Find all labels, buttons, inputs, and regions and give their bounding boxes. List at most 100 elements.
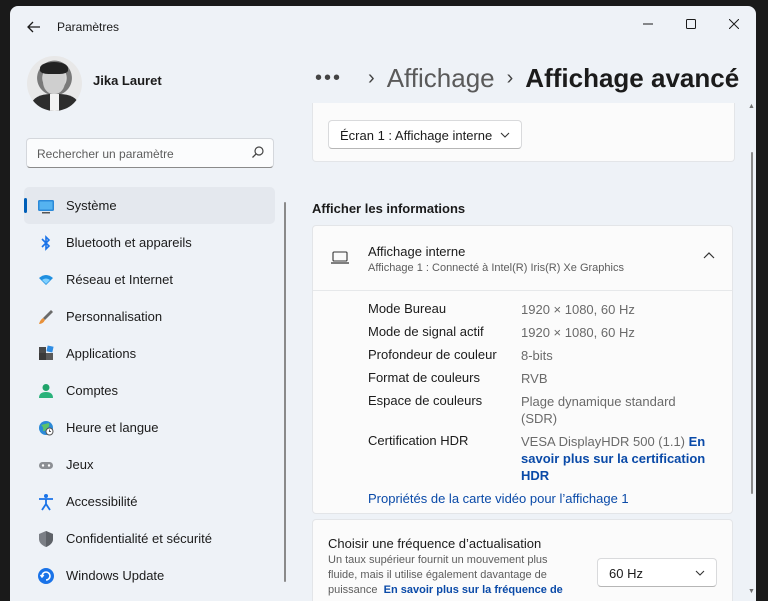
info-row-mode-bureau: Mode Bureau 1920 × 1080, 60 Hz — [313, 301, 732, 319]
info-key: Profondeur de couleur — [368, 347, 497, 362]
section-title: Afficher les informations — [312, 201, 466, 216]
display-select-card: Écran 1 : Affichage interne — [312, 103, 735, 162]
refresh-rate-card: Choisir une fréquence d’actualisation Un… — [312, 519, 733, 601]
accessibility-icon — [39, 494, 53, 511]
breadcrumb-affichage[interactable]: Affichage — [387, 63, 495, 94]
sidebar-item-systeme[interactable]: Système — [24, 187, 275, 224]
sidebar-item-windows-update[interactable]: Windows Update — [24, 557, 275, 594]
sidebar-item-label: Accessibilité — [66, 494, 138, 509]
info-key: Mode Bureau — [368, 301, 447, 316]
info-key: Mode de signal actif — [368, 324, 484, 339]
gamepad-icon — [39, 462, 53, 469]
sidebar-scrollbar[interactable] — [284, 202, 286, 582]
update-icon — [38, 568, 54, 584]
info-value: 1920 × 1080, 60 Hz — [521, 325, 635, 340]
back-button[interactable] — [24, 17, 44, 37]
active-indicator — [24, 198, 27, 213]
search-icon — [252, 146, 264, 158]
system-icon — [38, 200, 54, 214]
sidebar-item-label: Système — [66, 198, 117, 213]
sidebar-item-label: Confidentialité et sécurité — [66, 531, 212, 546]
main-content: Écran 1 : Affichage interne Afficher les… — [312, 103, 736, 601]
refresh-title: Choisir une fréquence d’actualisation — [328, 536, 542, 551]
info-key: Format de couleurs — [368, 370, 480, 385]
sidebar-item-applications[interactable]: Applications — [24, 335, 275, 372]
sidebar-item-label: Personnalisation — [66, 309, 163, 324]
breadcrumb: ••• › Affichage › Affichage avancé — [315, 58, 739, 98]
close-icon — [729, 19, 739, 29]
back-arrow-icon — [27, 21, 40, 33]
sidebar-item-label: Windows Update — [66, 568, 165, 583]
sidebar-item-confidentialite[interactable]: Confidentialité et sécurité — [24, 520, 275, 557]
info-row-hdr: Certification HDR VESA DisplayHDR 500 (1… — [313, 433, 732, 487]
info-row-espace: Espace de couleurs Plage dynamique stand… — [313, 393, 732, 429]
search-placeholder: Rechercher un paramètre — [37, 147, 174, 161]
maximize-icon — [686, 19, 696, 29]
sidebar-item-label: Comptes — [66, 383, 119, 398]
shield-icon — [39, 531, 53, 547]
minimize-button[interactable] — [626, 10, 670, 38]
info-key: Espace de couleurs — [368, 393, 483, 408]
display-select-value: Écran 1 : Affichage interne — [340, 128, 493, 143]
sidebar-item-label: Heure et langue — [66, 420, 159, 435]
chevron-down-icon — [500, 132, 510, 138]
hdr-value: VESA DisplayHDR 500 (1.1) — [521, 434, 686, 449]
scroll-down-icon[interactable]: ▼ — [748, 588, 756, 595]
app-title: Paramètres — [57, 20, 120, 34]
chevron-down-icon — [695, 570, 705, 576]
info-value: 1920 × 1080, 60 Hz — [521, 302, 635, 317]
wifi-icon — [39, 275, 53, 285]
close-button[interactable] — [712, 10, 756, 38]
sidebar-item-comptes[interactable]: Comptes — [24, 372, 275, 409]
display-info-card: Affichage interne Affichage 1 : Connecté… — [312, 225, 733, 514]
info-row-profondeur: Profondeur de couleur 8-bits — [313, 347, 732, 365]
person-icon — [39, 384, 53, 398]
sidebar-item-personnalisation[interactable]: Personnalisation — [24, 298, 275, 335]
apps-icon — [39, 345, 54, 360]
sidebar-item-heure[interactable]: Heure et langue — [24, 409, 275, 446]
user-name: Jika Lauret — [93, 73, 162, 88]
display-description: Affichage 1 : Connecté à Intel(R) Iris(R… — [368, 262, 624, 274]
sidebar-item-label: Jeux — [66, 457, 94, 472]
scroll-up-icon[interactable]: ▲ — [748, 103, 756, 110]
page-title: Affichage avancé — [525, 62, 740, 93]
content-scrollbar[interactable] — [751, 152, 753, 494]
info-value: Plage dynamique standard (SDR) — [521, 394, 676, 426]
sidebar-item-label: Réseau et Internet — [66, 272, 173, 287]
refresh-learn-more-link[interactable]: En savoir plus sur la fréquence de — [384, 584, 563, 596]
info-value: 8-bits — [521, 348, 553, 363]
sidebar-item-bluetooth[interactable]: Bluetooth et appareils — [24, 224, 275, 261]
sidebar-item-accessibilite[interactable]: Accessibilité — [24, 483, 275, 520]
bluetooth-icon — [41, 235, 51, 251]
info-row-signal: Mode de signal actif 1920 × 1080, 60 Hz — [313, 324, 732, 342]
sidebar-item-reseau[interactable]: Réseau et Internet — [24, 261, 275, 298]
chevron-right-icon: › — [506, 66, 514, 89]
maximize-button[interactable] — [669, 10, 713, 38]
refresh-rate-select[interactable]: 60 Hz — [597, 558, 717, 587]
brush-icon — [39, 310, 53, 324]
sidebar-item-jeux[interactable]: Jeux — [24, 446, 275, 483]
info-key: Certification HDR — [368, 433, 469, 448]
display-info-header[interactable]: Affichage interne Affichage 1 : Connecté… — [313, 226, 732, 291]
info-row-format: Format de couleurs RVB — [313, 370, 732, 388]
search-input[interactable]: Rechercher un paramètre — [26, 138, 274, 168]
sidebar-nav: Système Bluetooth et appareils Réseau et… — [24, 187, 276, 594]
refresh-description: Un taux supérieur fournit un mouvement p… — [328, 553, 573, 598]
info-value: RVB — [521, 371, 548, 386]
chevron-right-icon: › — [368, 66, 375, 89]
adapter-properties-link[interactable]: Propriétés de la carte vidéo pour l’affi… — [368, 491, 629, 506]
sidebar-item-label: Bluetooth et appareils — [66, 235, 192, 250]
settings-window: Paramètres Jika Lauret Rechercher un par… — [10, 6, 756, 601]
globe-clock-icon — [39, 421, 54, 436]
info-value: VESA DisplayHDR 500 (1.1) En savoir plus… — [521, 433, 711, 484]
minimize-icon — [643, 23, 653, 25]
display-name: Affichage interne — [368, 244, 466, 259]
avatar[interactable] — [27, 56, 82, 111]
breadcrumb-more-button[interactable]: ••• — [315, 67, 342, 90]
laptop-icon — [331, 251, 349, 264]
refresh-rate-value: 60 Hz — [609, 566, 643, 581]
chevron-up-icon[interactable] — [703, 251, 715, 261]
title-bar: Paramètres — [10, 6, 756, 46]
sidebar-item-label: Applications — [66, 346, 137, 361]
display-select[interactable]: Écran 1 : Affichage interne — [328, 120, 522, 149]
